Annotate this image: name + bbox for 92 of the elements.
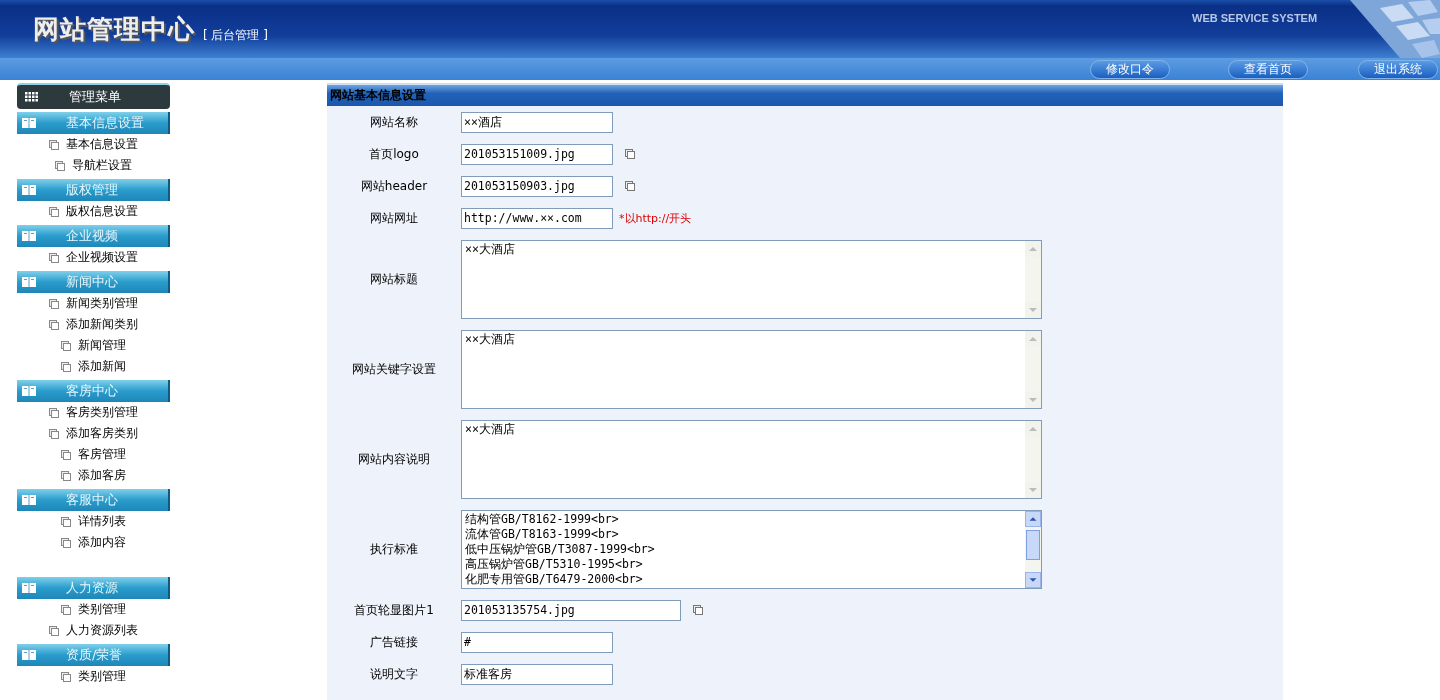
document-icon — [61, 449, 71, 460]
scrollbar[interactable] — [1025, 420, 1041, 498]
scrollbar[interactable] — [1025, 240, 1041, 318]
grid-icon — [25, 92, 39, 102]
document-icon — [49, 407, 59, 418]
menu-group-label: 版权管理 — [66, 181, 118, 199]
menu-item[interactable]: 版权信息设置 — [66, 203, 138, 220]
scrollbar[interactable] — [1025, 510, 1041, 588]
text-area[interactable]: ××大酒店 — [461, 239, 1042, 319]
menu-item[interactable]: 添加新闻 — [78, 358, 126, 375]
menu-item[interactable]: 类别管理 — [78, 601, 126, 618]
scroll-up-icon[interactable] — [1025, 510, 1041, 527]
input-field[interactable]: 201053135754.jpg — [461, 599, 681, 621]
site-title: 网站管理中心 — [33, 12, 195, 46]
scroll-thumb[interactable] — [1026, 529, 1040, 560]
field-label: 广告链接 — [369, 633, 419, 651]
document-icon — [61, 516, 71, 527]
book-icon — [22, 386, 36, 396]
document-icon — [49, 206, 59, 217]
menu-item[interactable]: 客房类别管理 — [66, 404, 138, 421]
menu-item[interactable]: 添加客房 — [78, 467, 126, 484]
menu-item[interactable]: 添加新闻类别 — [66, 316, 138, 333]
menu-group-label: 资质/荣誉 — [66, 646, 123, 664]
field-label: 说明文字 — [369, 665, 419, 683]
document-icon — [61, 604, 71, 615]
copy-icon[interactable] — [625, 149, 635, 159]
site-subtitle: [ 后台管理 ] — [203, 26, 268, 44]
field-label: 网站内容说明 — [357, 450, 431, 468]
menu-group-label: 企业视频 — [66, 227, 118, 245]
menu-item[interactable]: 添加内容 — [78, 534, 126, 551]
field-label: 网站网址 — [369, 209, 419, 227]
menu-group-label: 基本信息设置 — [66, 114, 144, 132]
text-area[interactable]: ××大酒店 — [461, 419, 1042, 499]
header-button[interactable]: 查看首页 — [1228, 59, 1308, 79]
field-label: 执行标准 — [369, 540, 419, 558]
menu-item[interactable]: 导航栏设置 — [72, 157, 132, 174]
menu-group-label: 客房中心 — [66, 382, 118, 400]
menu-item[interactable]: 新闻类别管理 — [66, 295, 138, 312]
menu-item[interactable]: 人力资源列表 — [66, 622, 138, 639]
input-field[interactable]: 201053150903.jpg — [461, 175, 613, 197]
input-field[interactable]: http://www.××.com — [461, 207, 613, 229]
header-button[interactable]: 修改口令 — [1090, 59, 1170, 79]
field-hint: *以http://开头 — [619, 210, 692, 226]
menu-item[interactable]: 类别管理 — [78, 668, 126, 685]
menu-group-label: 人力资源 — [66, 579, 118, 597]
book-icon — [22, 650, 36, 660]
field-label: 网站关键字设置 — [351, 360, 437, 378]
document-icon — [61, 470, 71, 481]
book-icon — [22, 231, 36, 241]
input-field[interactable]: ××酒店 — [461, 111, 613, 133]
copy-icon[interactable] — [693, 605, 703, 615]
menu-item[interactable]: 添加客房类别 — [66, 425, 138, 442]
book-icon — [22, 583, 36, 593]
tagline: WEB SERVICE SYSTEM — [1192, 12, 1318, 24]
menu-group-label: 新闻中心 — [66, 273, 118, 291]
text-area[interactable]: ××大酒店 — [461, 329, 1042, 409]
menu-title: 管理菜单 — [69, 88, 121, 106]
book-icon — [22, 277, 36, 287]
document-icon — [61, 537, 71, 548]
document-icon — [49, 319, 59, 330]
field-label: 网站标题 — [369, 270, 419, 288]
field-label: 首页轮显图片1 — [353, 601, 435, 619]
menu-item[interactable]: 客房管理 — [78, 446, 126, 463]
header-button[interactable]: 退出系统 — [1358, 59, 1438, 79]
document-icon — [55, 160, 65, 171]
document-icon — [61, 671, 71, 682]
document-icon — [49, 298, 59, 309]
field-label: 网站名称 — [369, 113, 419, 131]
document-icon — [49, 252, 59, 263]
copy-icon[interactable] — [625, 181, 635, 191]
menu-item[interactable]: 新闻管理 — [78, 337, 126, 354]
panel-title: 网站基本信息设置 — [327, 83, 1283, 106]
scroll-down-icon[interactable] — [1025, 571, 1041, 588]
field-label: 首页logo — [368, 145, 420, 163]
document-icon — [49, 139, 59, 150]
document-icon — [61, 340, 71, 351]
book-icon — [22, 185, 36, 195]
field-label: 网站header — [359, 177, 429, 195]
scrollbar[interactable] — [1025, 330, 1041, 408]
input-field[interactable]: 标准客房 — [461, 663, 613, 685]
text-area[interactable]: 结构管GB/T8162-1999<br> 流体管GB/T8163-1999<br> 低中压锅炉管GB/T3087-1999<br> 高压锅炉管GB/T5310-1995<br> 化肥专用管GB/T6479-2000<br> — [461, 509, 1042, 589]
menu-group-label: 客服中心 — [66, 491, 118, 509]
document-icon — [49, 625, 59, 636]
menu-item[interactable]: 企业视频设置 — [66, 249, 138, 266]
document-icon — [49, 428, 59, 439]
input-field[interactable]: 201053151009.jpg — [461, 143, 613, 165]
menu-item[interactable]: 详情列表 — [78, 513, 126, 530]
book-icon — [22, 118, 36, 128]
book-icon — [22, 495, 36, 505]
input-field[interactable]: # — [461, 631, 613, 653]
menu-item[interactable]: 基本信息设置 — [66, 136, 138, 153]
document-icon — [61, 361, 71, 372]
